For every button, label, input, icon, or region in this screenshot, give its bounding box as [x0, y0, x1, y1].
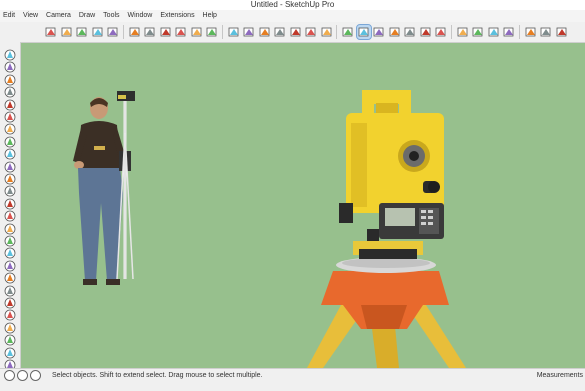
tripod — [307, 257, 466, 368]
total-station-instrument — [339, 90, 444, 259]
menu-extensions[interactable]: Extensions — [157, 10, 197, 22]
toolbar-separator — [518, 25, 520, 39]
cloud-upload-icon[interactable] — [487, 25, 501, 39]
section-display-icon[interactable] — [539, 25, 553, 39]
menu-help[interactable]: Help — [200, 10, 220, 22]
menu-draw[interactable]: Draw — [76, 10, 98, 22]
credits-icon[interactable] — [17, 370, 28, 381]
shaded-icon[interactable] — [403, 25, 417, 39]
section-cut-icon[interactable] — [555, 25, 569, 39]
menu-bar: Edit View Camera Draw Tools Window Exten… — [0, 10, 585, 22]
zoom-extents-icon[interactable] — [227, 25, 241, 39]
top-view-icon[interactable] — [258, 25, 272, 39]
toolbar-separator — [450, 25, 452, 39]
menu-tools[interactable]: Tools — [100, 10, 122, 22]
hidden-line-icon[interactable] — [388, 25, 402, 39]
status-bar: Select objects. Shift to extend select. … — [0, 368, 585, 391]
follow-me-icon[interactable] — [159, 25, 173, 39]
menu-edit[interactable]: Edit — [0, 10, 18, 22]
iso-view-icon[interactable] — [242, 25, 256, 39]
x-ray-icon[interactable] — [341, 25, 355, 39]
textured-icon[interactable] — [419, 25, 433, 39]
help-icon[interactable] — [30, 370, 41, 381]
model-viewport[interactable] — [21, 43, 585, 368]
extension-warehouse-icon[interactable] — [502, 25, 516, 39]
status-message: Select objects. Shift to extend select. … — [52, 372, 263, 379]
toolbar-separator — [221, 25, 223, 39]
cloud-download-icon[interactable] — [471, 25, 485, 39]
left-view-icon[interactable] — [320, 25, 334, 39]
eraser-icon[interactable] — [75, 25, 89, 39]
menu-camera[interactable]: Camera — [43, 10, 74, 22]
menu-window[interactable]: Window — [124, 10, 155, 22]
orbit-icon[interactable] — [174, 25, 188, 39]
zoom-icon[interactable] — [205, 25, 219, 39]
offset-icon[interactable] — [128, 25, 142, 39]
right-view-icon[interactable] — [289, 25, 303, 39]
scene-svg — [73, 90, 466, 368]
section-plane-icon[interactable] — [524, 25, 538, 39]
title-bar: Untitled - SketchUp Pro — [0, 0, 585, 10]
window-title: Untitled - SketchUp Pro — [250, 0, 335, 9]
wireframe-icon[interactable] — [372, 25, 386, 39]
toolbar-separator — [336, 25, 337, 39]
front-view-icon[interactable] — [273, 25, 287, 39]
rotate-icon[interactable] — [106, 25, 120, 39]
back-view-icon[interactable] — [304, 25, 318, 39]
back-edges-icon[interactable] — [355, 24, 372, 40]
measurements-label: Measurements — [536, 372, 583, 379]
monochrome-icon[interactable] — [434, 25, 448, 39]
pan-icon[interactable] — [190, 25, 204, 39]
cloud-icon[interactable] — [456, 25, 470, 39]
geo-location-icon[interactable] — [4, 370, 15, 381]
select-icon[interactable] — [44, 25, 58, 39]
menu-view[interactable]: View — [20, 10, 41, 22]
paint-bucket-icon[interactable] — [60, 25, 74, 39]
left-toolbar — [0, 42, 21, 371]
main-toolbar — [0, 22, 585, 43]
toolbar-separator — [122, 25, 124, 39]
move-icon[interactable] — [91, 25, 105, 39]
push-pull-icon[interactable] — [143, 25, 157, 39]
